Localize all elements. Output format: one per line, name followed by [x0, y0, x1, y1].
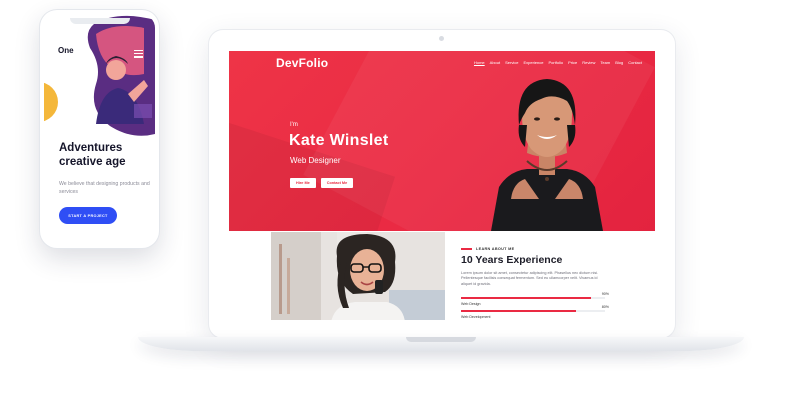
skill-track: [461, 297, 605, 300]
nav-blog[interactable]: Blog: [615, 60, 623, 65]
nav-experience[interactable]: Experience: [523, 60, 543, 65]
skill-fill: [461, 310, 577, 313]
nav-price[interactable]: Price: [568, 60, 577, 65]
nav-about[interactable]: About: [490, 60, 500, 65]
main-nav: Home About Service Experience Portfolio …: [474, 60, 642, 65]
skill-bar: Web Design 90%: [461, 292, 611, 306]
nav-contact[interactable]: Contact: [628, 60, 642, 65]
about-section: LEARN ABOUT ME 10 Years Experience Lorem…: [461, 247, 611, 319]
laptop-base-notch: [406, 337, 476, 342]
hire-me-button[interactable]: Hire Me: [290, 178, 316, 188]
hero-section: DevFolio Home About Service Experience P…: [229, 51, 655, 231]
about-paragraph: Lorem ipsum dolor sit amet, consectetur …: [461, 271, 599, 286]
contact-me-button[interactable]: Contact Me: [320, 178, 354, 188]
phone-notch: [70, 18, 130, 24]
about-title: 10 Years Experience: [461, 254, 563, 266]
skill-label: Web Development: [461, 315, 491, 320]
phone-hero-image: [44, 15, 155, 136]
hamburger-line: [134, 50, 143, 52]
phone-subtitle: We believe that designing products and s…: [59, 181, 150, 195]
about-kicker: LEARN ABOUT ME: [461, 247, 611, 251]
nav-home[interactable]: Home: [474, 60, 485, 65]
hero-greeting: I'm: [290, 122, 298, 128]
phone-logo[interactable]: One: [58, 46, 74, 55]
nav-review[interactable]: Review: [582, 60, 595, 65]
nav-team[interactable]: Team: [600, 60, 610, 65]
hero-portrait-image: [491, 79, 603, 231]
skill-percent: 90%: [601, 292, 609, 297]
start-project-button[interactable]: START A PROJECT: [59, 207, 117, 224]
hamburger-icon[interactable]: [134, 50, 143, 60]
skill-percent: 80%: [601, 305, 609, 310]
about-kicker-label: LEARN ABOUT ME: [476, 247, 515, 251]
phone-mockup: One Adventures creative age We believe t…: [40, 10, 159, 248]
kicker-divider: [461, 248, 472, 250]
phone-screen: One Adventures creative age We believe t…: [44, 14, 155, 244]
hamburger-line: [134, 53, 143, 55]
phone-headline: Adventures creative age: [59, 142, 126, 168]
nav-portfolio[interactable]: Portfolio: [548, 60, 563, 65]
skill-fill: [461, 297, 591, 300]
hero-buttons: Hire Me Contact Me: [290, 178, 354, 188]
hero-name: Kate Winslet: [289, 132, 389, 149]
hero-role: Web Designer: [290, 156, 341, 165]
camera-dot: [439, 36, 444, 41]
laptop-mockup: DevFolio Home About Service Experience P…: [209, 30, 675, 338]
skill-track: [461, 310, 605, 313]
skill-bar: Web Development 80%: [461, 305, 611, 319]
about-photo: [271, 232, 445, 320]
nav-service[interactable]: Service: [505, 60, 518, 65]
hamburger-line: [134, 56, 143, 58]
brand-logo[interactable]: DevFolio: [276, 56, 328, 70]
laptop-screen: DevFolio Home About Service Experience P…: [229, 51, 655, 320]
laptop-base: [138, 337, 744, 351]
